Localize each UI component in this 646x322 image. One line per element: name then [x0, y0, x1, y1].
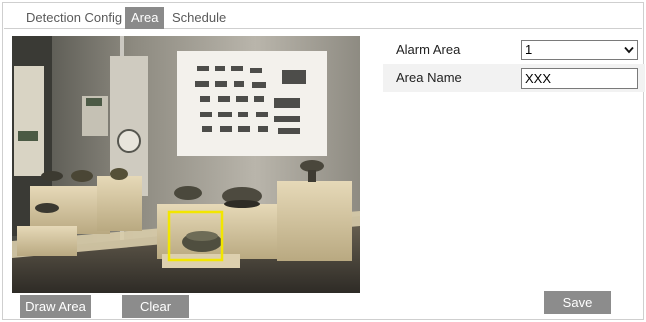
tab-area[interactable]: Area	[125, 7, 165, 29]
video-preview[interactable]	[12, 36, 360, 293]
alarm-area-select[interactable]: 1	[521, 40, 638, 60]
area-name-row: Area Name XXX	[383, 64, 645, 92]
save-button[interactable]: Save	[544, 291, 611, 314]
draw-area-button[interactable]: Draw Area	[20, 295, 91, 318]
clear-button[interactable]: Clear	[122, 295, 189, 318]
area-name-label: Area Name	[396, 70, 462, 85]
detection-area-panel: Detection Config Area Schedule Alarm Are…	[2, 2, 645, 320]
tab-schedule[interactable]: Schedule	[172, 7, 226, 29]
alarm-area-row: Alarm Area 1	[383, 36, 645, 64]
area-name-input[interactable]: XXX	[521, 68, 638, 89]
alarm-area-label: Alarm Area	[396, 42, 461, 57]
alarm-area-value: 1	[525, 42, 533, 57]
camera-image	[12, 36, 360, 293]
tab-detection-config[interactable]: Detection Config	[26, 7, 122, 29]
chevron-down-icon	[624, 46, 634, 54]
tab-bar: Detection Config Area Schedule	[4, 7, 642, 29]
